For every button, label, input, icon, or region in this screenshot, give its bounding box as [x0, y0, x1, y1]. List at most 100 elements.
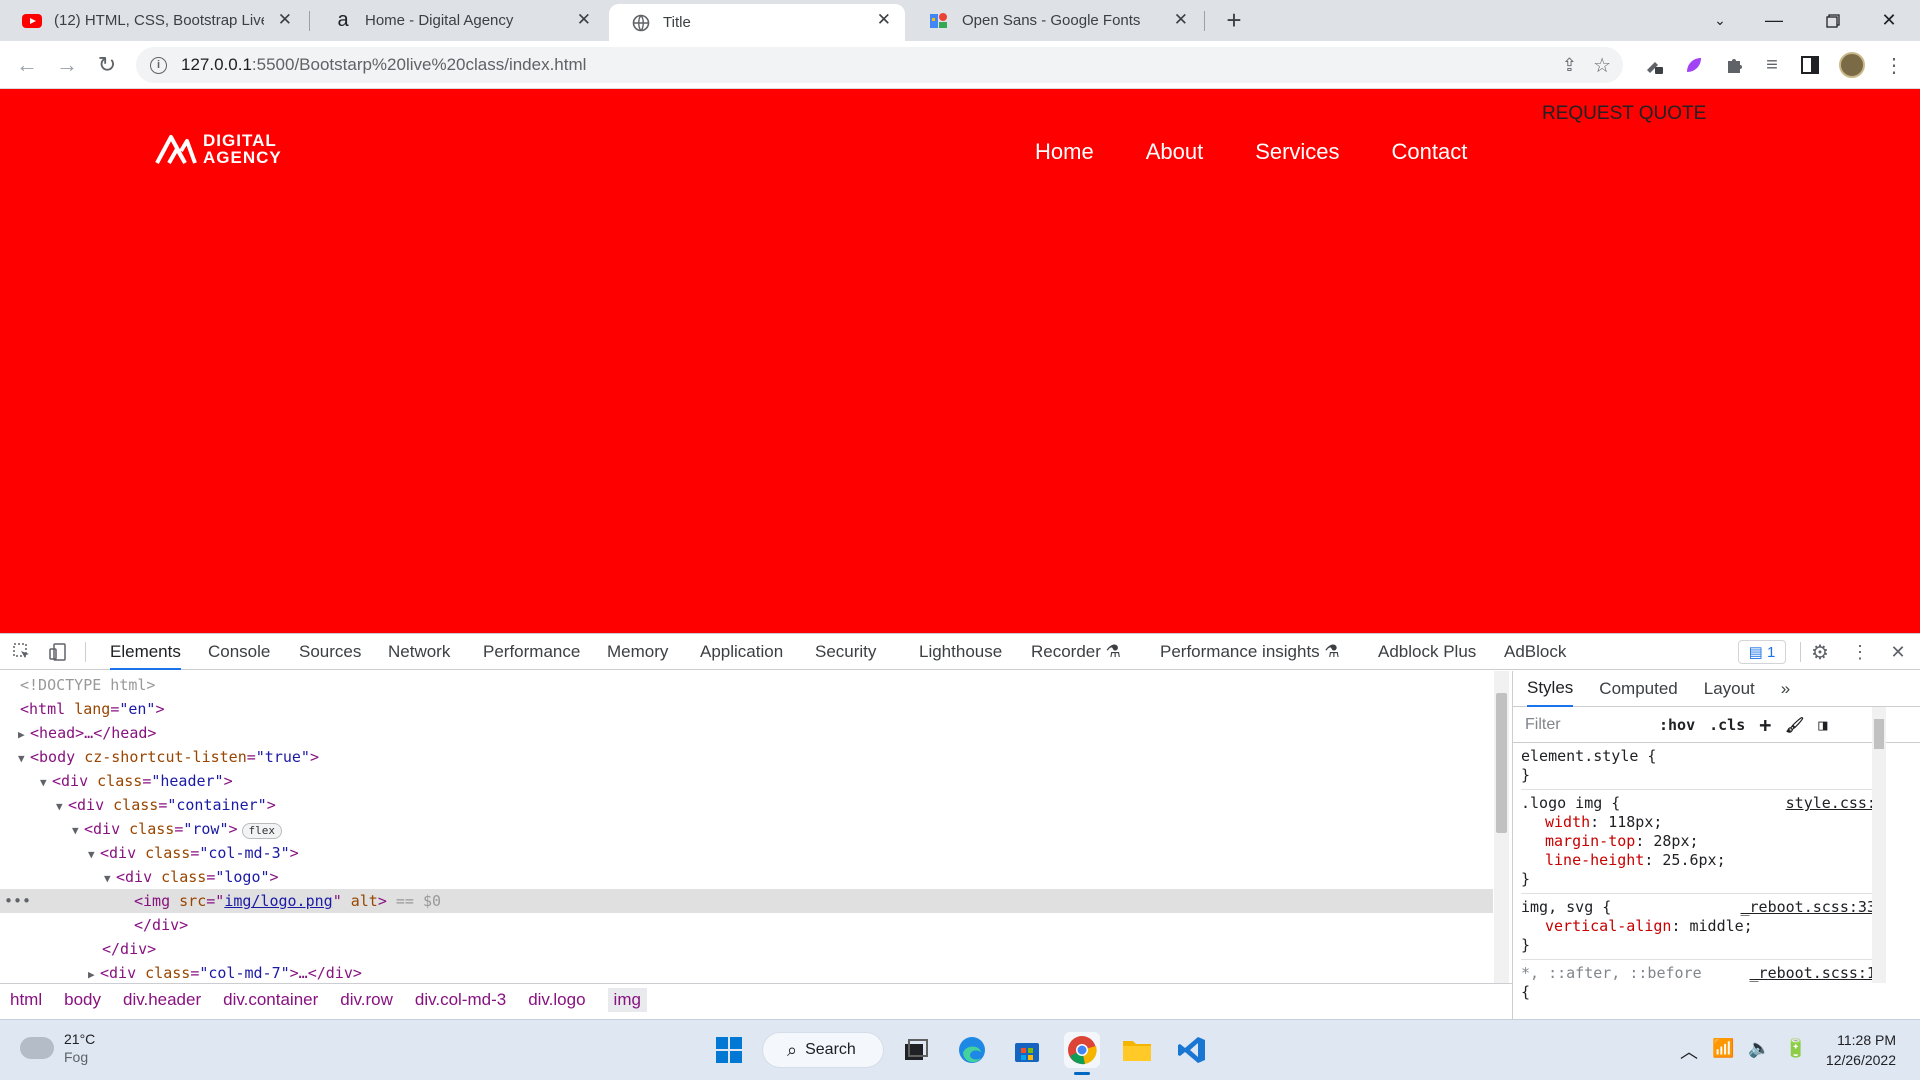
close-tab-icon[interactable]: ✕ [278, 11, 292, 29]
nav-home[interactable]: Home [1035, 139, 1094, 165]
edge-browser-icon[interactable] [954, 1032, 990, 1068]
dom-line-col-md-3[interactable]: ▼ <div class="col-md-3"> [0, 841, 1493, 865]
show-hidden-icons-chevron-icon[interactable]: ︿ [1680, 1038, 1698, 1064]
img-src-link[interactable]: img/logo.png [224, 892, 332, 910]
file-explorer-icon[interactable] [1119, 1032, 1155, 1068]
devtools-tab-performance-insights[interactable]: Performance insights ⚗ [1160, 634, 1340, 670]
extension-tool-icon[interactable] [1640, 51, 1668, 79]
hov-toggle[interactable]: :hov [1659, 716, 1695, 734]
prop-value[interactable]: 118px; [1608, 813, 1662, 831]
crumb-div-row[interactable]: div.row [340, 990, 393, 1010]
devtools-more-icon[interactable]: ⋮ [1848, 640, 1872, 664]
more-dots-icon[interactable]: ••• [4, 889, 31, 913]
request-quote-link[interactable]: REQUEST QUOTE [1542, 103, 1706, 125]
dom-scrollbar[interactable] [1494, 671, 1509, 983]
rule-universal[interactable]: *, ::after, ::before _reboot.scss:19 { [1521, 960, 1885, 1006]
crumb-div-container[interactable]: div.container [223, 990, 318, 1010]
prop-name[interactable]: margin-top [1545, 832, 1635, 850]
tab-search-chevron-icon[interactable]: ⌄ [1693, 0, 1747, 41]
prop-value[interactable]: 25.6px; [1662, 851, 1725, 869]
prop-name[interactable]: line-height [1545, 851, 1644, 869]
start-windows-icon[interactable] [711, 1032, 747, 1068]
dom-line-html[interactable]: <html lang="en"> [0, 697, 1493, 721]
address-bar[interactable]: i 127.0.0.1:5500/Bootstarp%20live%20clas… [136, 47, 1623, 83]
taskbar-search[interactable]: ⌕ Search [762, 1032, 884, 1068]
new-rule-plus-icon[interactable]: + [1759, 713, 1771, 737]
browser-menu-icon[interactable]: ⋮ [1880, 51, 1908, 79]
minimize-icon[interactable]: — [1747, 0, 1801, 41]
paint-brush-icon[interactable]: 🖌 [1785, 716, 1804, 734]
tab-google-fonts[interactable]: Open Sans - Google Fonts ✕ [908, 0, 1202, 41]
rule-source-link[interactable]: style.css:6 [1786, 794, 1885, 812]
crumb-html[interactable]: html [10, 990, 42, 1010]
nav-contact[interactable]: Contact [1392, 139, 1468, 165]
reading-list-icon[interactable]: ≡ [1758, 51, 1786, 79]
styles-scrollbar[interactable] [1872, 707, 1886, 983]
dom-line-head[interactable]: ▶ <head>…</head> [0, 721, 1493, 745]
crumb-body[interactable]: body [64, 990, 101, 1010]
collapse-triangle-icon[interactable]: ▼ [56, 795, 68, 819]
url-text[interactable]: 127.0.0.1:5500/Bootstarp%20live%20class/… [181, 55, 586, 75]
devtools-tab-lighthouse[interactable]: Lighthouse [919, 634, 1002, 670]
devtools-tab-recorder[interactable]: Recorder ⚗ [1031, 634, 1121, 670]
devtools-settings-gear-icon[interactable]: ⚙ [1808, 640, 1832, 664]
devtools-tab-adblock[interactable]: AdBlock [1504, 634, 1566, 670]
collapse-triangle-icon[interactable]: ▼ [88, 843, 100, 867]
crumb-img[interactable]: img [607, 988, 647, 1012]
wifi-icon[interactable]: 📶 [1712, 1038, 1734, 1064]
share-icon[interactable]: ⇪ [1562, 55, 1577, 76]
rule-img-svg[interactable]: img, svg { _reboot.scss:336 vertical-ali… [1521, 894, 1885, 960]
tab-layout[interactable]: Layout [1704, 672, 1755, 706]
close-tab-icon[interactable]: ✕ [1174, 11, 1188, 29]
devtools-tab-console[interactable]: Console [208, 634, 270, 670]
tab-styles[interactable]: Styles [1527, 671, 1574, 707]
issues-badge[interactable]: ▤ 1 [1738, 640, 1786, 664]
close-tab-icon[interactable]: ✕ [577, 11, 591, 29]
site-logo[interactable]: DIGITAL AGENCY [155, 131, 295, 167]
collapse-triangle-icon[interactable]: ▼ [18, 747, 30, 771]
crumb-div-header[interactable]: div.header [123, 990, 201, 1010]
expand-triangle-icon[interactable]: ▶ [18, 723, 30, 747]
devtools-tab-application[interactable]: Application [700, 634, 783, 670]
nav-about[interactable]: About [1146, 139, 1204, 165]
rule-source-link[interactable]: _reboot.scss:19 [1750, 964, 1885, 982]
dom-line-col-md-7[interactable]: ▶ <div class="col-md-7">…</div> [0, 961, 1493, 983]
dom-line-close-div[interactable]: </div> [0, 913, 1493, 937]
dom-line-doctype[interactable]: <!DOCTYPE html> [0, 673, 1493, 697]
prop-value[interactable]: middle; [1690, 917, 1753, 935]
expand-triangle-icon[interactable]: ▶ [88, 963, 100, 983]
tab-youtube[interactable]: (12) HTML, CSS, Bootstrap Live C ✕ [0, 0, 306, 41]
back-icon[interactable]: ← [11, 49, 43, 81]
rule-source-link[interactable]: _reboot.scss:336 [1741, 898, 1886, 916]
side-panel-icon[interactable] [1796, 51, 1824, 79]
forward-icon[interactable]: → [51, 49, 83, 81]
prop-name[interactable]: vertical-align [1545, 917, 1671, 935]
extensions-puzzle-icon[interactable] [1720, 51, 1748, 79]
dom-line-header[interactable]: ▼ <div class="header"> [0, 769, 1493, 793]
close-window-icon[interactable]: ✕ [1862, 0, 1916, 41]
dom-line-body[interactable]: ▼ <body cz-shortcut-listen="true"> [0, 745, 1493, 769]
styles-filter-input[interactable]: Filter [1525, 716, 1645, 734]
devtools-tab-sources[interactable]: Sources [299, 634, 361, 670]
more-tabs-chevron-icon[interactable]: » [1781, 672, 1790, 706]
flex-badge[interactable]: flex [241, 823, 283, 839]
prop-value[interactable]: 28px; [1653, 832, 1698, 850]
collapse-triangle-icon[interactable]: ▼ [104, 867, 116, 891]
site-info-icon[interactable]: i [150, 56, 167, 74]
dom-line-logo[interactable]: ▼ <div class="logo"> [0, 865, 1493, 889]
devtools-tab-security[interactable]: Security [815, 634, 876, 670]
dom-line-close-div[interactable]: </div> [0, 937, 1493, 961]
microsoft-store-icon[interactable] [1009, 1032, 1045, 1068]
profile-avatar[interactable] [1838, 51, 1866, 79]
weather-widget[interactable]: 21°C Fog [20, 1030, 95, 1066]
task-view-icon[interactable] [898, 1032, 934, 1068]
collapse-triangle-icon[interactable]: ▼ [40, 771, 52, 795]
devtools-tab-memory[interactable]: Memory [607, 634, 668, 670]
reload-icon[interactable]: ↻ [91, 49, 123, 81]
devtools-tab-network[interactable]: Network [388, 634, 450, 670]
crumb-div-col-md-3[interactable]: div.col-md-3 [415, 990, 506, 1010]
rule-logo-img[interactable]: .logo img { style.css:6 width: 118px; ma… [1521, 790, 1885, 894]
rule-element-style[interactable]: element.style { } [1521, 743, 1885, 790]
dom-line-img-selected[interactable]: ••• <img src="img/logo.png" alt> == $0 [0, 889, 1493, 913]
device-toolbar-icon[interactable] [46, 640, 70, 664]
